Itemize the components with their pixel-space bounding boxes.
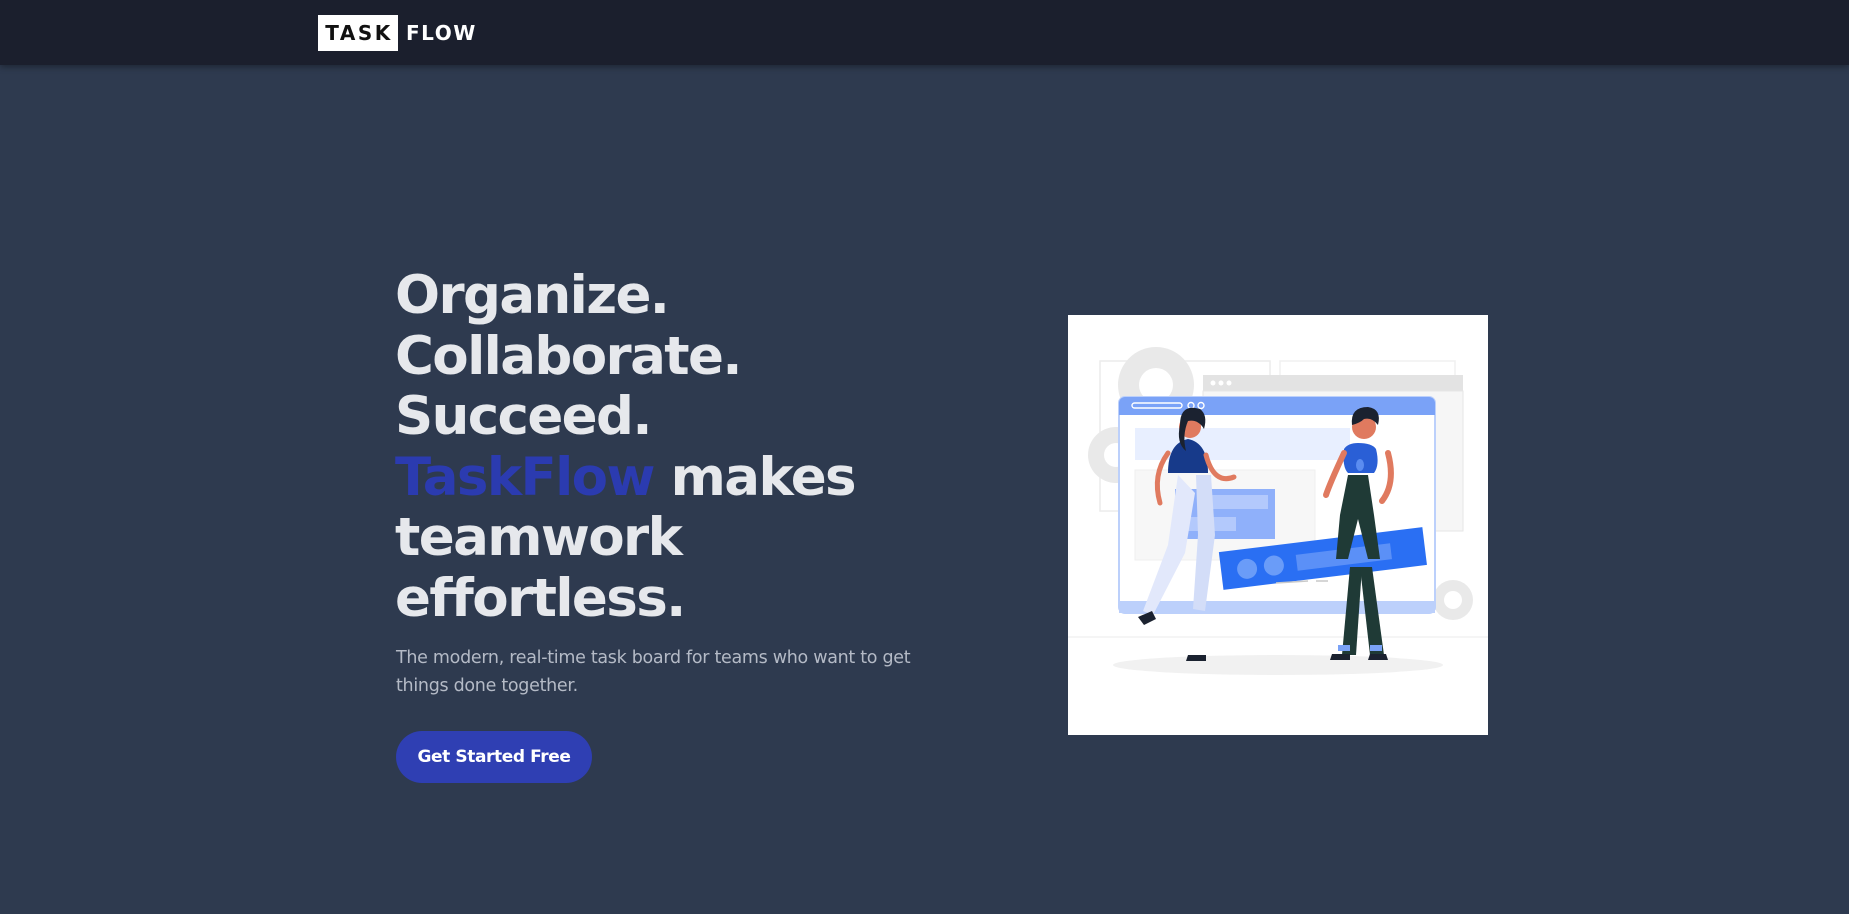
heading-line-effortless: effortless. (395, 567, 686, 629)
heading-line-organize: Organize. (395, 265, 670, 326)
logo-flow-text: FLOW (406, 21, 477, 45)
heading-line-succeed: Succeed. (395, 386, 653, 447)
teamwork-illustration (1068, 315, 1488, 735)
heading-makes-text: makes (653, 446, 857, 508)
heading-brand-accent: TaskFlow (395, 446, 655, 508)
heading-line-collaborate: Collaborate. (395, 325, 742, 387)
get-started-button[interactable]: Get Started Free (396, 731, 592, 783)
top-navbar: TASK FLOW (0, 0, 1849, 65)
taskflow-logo[interactable]: TASK FLOW (318, 15, 477, 51)
hero-subtitle: The modern, real-time task board for tea… (396, 648, 911, 696)
logo-task-box: TASK (318, 15, 398, 51)
heading-line-teamwork: teamwork (395, 507, 683, 568)
hero-heading: Organize. Collaborate. Succeed. TaskFlow… (395, 265, 955, 629)
heading-line-makes: TaskFlow makes (395, 446, 955, 509)
